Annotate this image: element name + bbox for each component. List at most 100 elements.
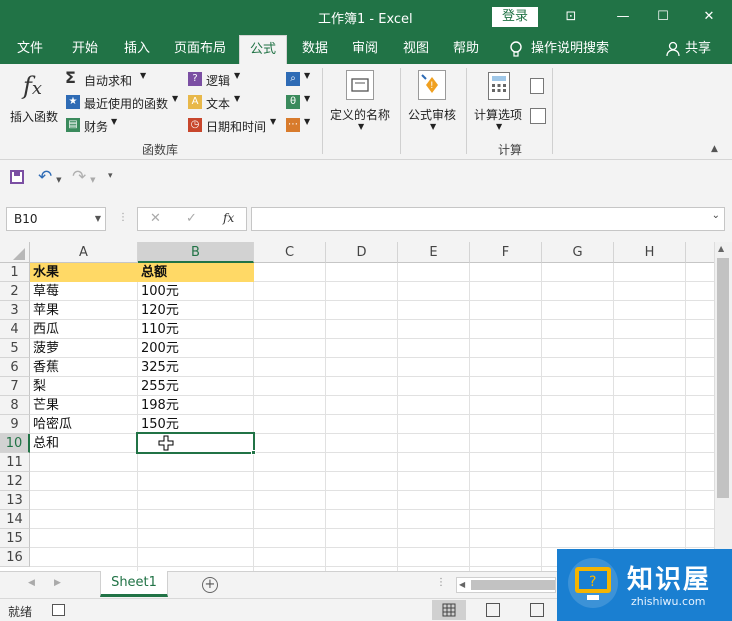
column-header-a[interactable]: A [30,242,138,263]
calc-sheet-icon[interactable] [530,108,546,124]
cell-fruit[interactable]: 草莓 [30,282,137,301]
undo-button[interactable]: ↶ ▼ [38,167,64,187]
cell-amount[interactable]: 110元 [138,320,253,339]
row-header[interactable]: 10 [0,434,30,453]
row-header[interactable]: 7 [0,377,30,396]
row-header[interactable]: 16 [0,548,30,567]
macro-record-icon[interactable] [52,604,65,616]
page-break-view-icon[interactable] [530,603,544,617]
lookup-button[interactable]: ⌕ ▼ [286,70,312,88]
login-button[interactable]: 登录 [492,7,538,27]
row-header[interactable]: 11 [0,453,30,472]
save-icon[interactable] [10,170,24,184]
add-sheet-icon[interactable]: + [202,577,218,593]
split-handle-icon[interactable]: ⋮ [436,577,446,588]
column-header-i[interactable] [686,242,714,263]
tab-formulas[interactable]: 公式 [239,35,287,64]
ribbon-display-icon[interactable]: ⊡ [556,5,586,29]
tab-review[interactable]: 审阅 [343,35,387,64]
fill-handle[interactable] [251,450,256,455]
redo-button[interactable]: ↷ ▼ [72,167,98,187]
enter-icon[interactable]: ✓ [186,211,197,226]
tab-page-layout[interactable]: 页面布局 [168,35,232,64]
column-header-b[interactable]: B [138,242,254,263]
normal-view-icon[interactable] [432,600,466,620]
row-header[interactable]: 9 [0,415,30,434]
column-header-e[interactable]: E [398,242,470,263]
maximize-icon[interactable]: ☐ [648,5,678,29]
cell-amount[interactable]: 120元 [138,301,253,320]
scroll-thumb[interactable] [717,258,729,498]
column-header-f[interactable]: F [470,242,542,263]
tab-home[interactable]: 开始 [62,35,108,64]
tab-help[interactable]: 帮助 [444,35,488,64]
row-header[interactable]: 4 [0,320,30,339]
cell-fruit[interactable]: 苹果 [30,301,137,320]
horizontal-scrollbar[interactable]: ◀ [456,577,556,593]
scroll-left-icon[interactable]: ◀ [459,580,465,589]
select-all-corner[interactable] [0,242,30,263]
cell-amount[interactable]: 100元 [138,282,253,301]
row-header[interactable]: 5 [0,339,30,358]
worksheet-grid[interactable]: A B C D E F G H 1 2 3 4 5 6 7 8 9 10 11 … [0,242,714,571]
insert-function-icon[interactable]: fx [223,211,234,225]
tab-insert[interactable]: 插入 [114,35,160,64]
scroll-left-icon[interactable]: ◀ [28,578,35,588]
row-header[interactable]: 2 [0,282,30,301]
collapse-ribbon-icon[interactable]: ▲ [711,144,718,154]
scroll-right-icon[interactable]: ▶ [54,578,61,588]
customize-qat-icon[interactable]: ▾ [108,171,113,181]
tab-data[interactable]: 数据 [293,35,337,64]
sheet-tab-sheet1[interactable]: Sheet1 [100,571,168,597]
h-scroll-thumb[interactable] [471,580,555,590]
calc-options-button[interactable]: 计算选项 ▼ [470,68,528,132]
calc-now-icon[interactable] [530,78,544,94]
chevron-down-icon[interactable]: ⌄ [712,210,720,221]
column-header-d[interactable]: D [326,242,398,263]
formula-input[interactable]: ⌄ [251,207,725,231]
more-functions-button[interactable]: ⋯ ▼ [286,116,312,134]
row-header[interactable]: 1 [0,263,30,282]
cell-b1[interactable]: 总额 [138,263,254,282]
autosum-button[interactable]: Σ 自动求和 ▼ [64,68,154,88]
tab-view[interactable]: 视图 [394,35,438,64]
cell-fruit[interactable]: 菠萝 [30,339,137,358]
logical-button[interactable]: ? 逻辑 ▼ [186,70,246,88]
cell-fruit[interactable]: 芒果 [30,396,137,415]
formula-auditing-button[interactable]: ! 公式审核 ▼ [404,68,462,132]
financial-button[interactable]: ▤ 财务 ▼ [64,116,124,134]
datetime-button[interactable]: ◷ 日期和时间 ▼ [186,116,280,134]
share-button[interactable]: 共享 [682,35,714,64]
cell-amount[interactable]: 198元 [138,396,253,415]
cell-amount[interactable]: 200元 [138,339,253,358]
name-box[interactable]: B10 ▼ [6,207,106,231]
column-header-c[interactable]: C [254,242,326,263]
vertical-scrollbar[interactable]: ▲ [714,242,732,571]
row-header[interactable]: 13 [0,491,30,510]
cell-fruit[interactable]: 香蕉 [30,358,137,377]
cell-total-label[interactable]: 总和 [30,434,137,453]
cell-fruit[interactable]: 梨 [30,377,137,396]
page-layout-view-icon[interactable] [486,603,500,617]
tab-file[interactable]: 文件 [8,35,52,64]
cell-a1[interactable]: 水果 [30,263,138,282]
row-header[interactable]: 15 [0,529,30,548]
drag-handle-icon[interactable]: ⋮ [118,212,128,223]
row-header[interactable]: 8 [0,396,30,415]
minimize-icon[interactable]: — [608,5,638,29]
text-button[interactable]: A 文本 ▼ [186,93,246,111]
cancel-icon[interactable]: ✕ [150,211,161,226]
close-icon[interactable]: ✕ [694,5,724,29]
column-header-h[interactable]: H [614,242,686,263]
scroll-up-icon[interactable]: ▲ [718,244,724,253]
cell-fruit[interactable]: 哈密瓜 [30,415,137,434]
recently-used-button[interactable]: ★ 最近使用的函数 ▼ [64,93,180,111]
cell-amount[interactable]: 255元 [138,377,253,396]
row-header[interactable]: 3 [0,301,30,320]
row-header[interactable]: 12 [0,472,30,491]
selected-cell-b10[interactable] [136,432,255,454]
cell-fruit[interactable]: 西瓜 [30,320,137,339]
insert-function-button[interactable]: fx 插入函数 [6,68,64,126]
math-button[interactable]: θ ▼ [286,93,312,111]
cell-amount[interactable]: 325元 [138,358,253,377]
